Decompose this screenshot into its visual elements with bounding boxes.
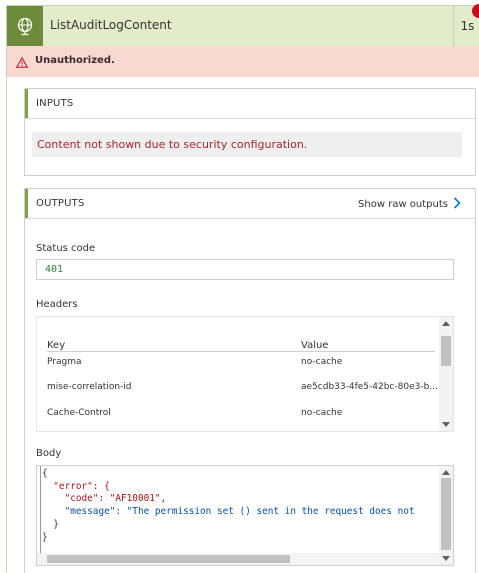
action-card: ListAuditLogContent 1s Unauthorized. INP…: [6, 5, 479, 573]
headers-column-key: Key: [47, 340, 66, 351]
scroll-down-arrow-icon[interactable]: [442, 422, 450, 427]
code-line: "code": "AF10001",: [42, 493, 167, 505]
header-row-key: mise-correlation-id: [47, 382, 132, 392]
inputs-section: INPUTS Content not shown due to security…: [24, 88, 476, 176]
code-line: }: [42, 518, 59, 530]
body-code-viewer[interactable]: { "error": { "code": "AF10001", "message…: [36, 465, 454, 566]
status-indicator-dot: [472, 4, 479, 18]
body-code: { "error": { "code": "AF10001", "message…: [42, 468, 415, 544]
section-accent-bar: [25, 189, 28, 218]
action-title: ListAuditLogContent: [50, 18, 172, 32]
chevron-right-icon: [453, 197, 461, 212]
section-accent-bar: [25, 89, 28, 118]
error-message: Unauthorized.: [35, 55, 115, 66]
header-row-key: Cache-Control: [47, 408, 111, 418]
inputs-security-message: Content not shown due to security config…: [32, 132, 462, 157]
code-line: "message": "The permission set () sent i…: [42, 506, 415, 518]
scroll-up-arrow-icon[interactable]: [442, 470, 450, 475]
outputs-title: OUTPUTS: [36, 198, 85, 209]
inputs-title: INPUTS: [36, 98, 74, 109]
status-code-label: Status code: [36, 243, 96, 254]
scrollbar-thumb[interactable]: [47, 555, 290, 563]
header-row-key: Pragma: [47, 357, 82, 367]
headers-label: Headers: [36, 299, 78, 310]
headers-column-value: Value: [301, 340, 329, 351]
show-raw-outputs-link[interactable]: Show raw outputs: [358, 197, 461, 212]
show-raw-outputs-label: Show raw outputs: [358, 199, 448, 210]
scrollbar-thumb[interactable]: [441, 478, 451, 550]
header-row-value: no-cache: [301, 357, 343, 367]
outputs-header: OUTPUTS Show raw outputs: [25, 189, 475, 219]
action-header[interactable]: ListAuditLogContent 1s: [7, 6, 479, 46]
inputs-header: INPUTS: [25, 89, 475, 119]
scroll-up-arrow-icon[interactable]: [442, 321, 450, 326]
body-vertical-scrollbar[interactable]: [439, 466, 453, 565]
scroll-down-arrow-icon[interactable]: [442, 556, 450, 561]
body-label: Body: [36, 448, 62, 459]
error-banner: Unauthorized.: [7, 46, 479, 77]
scrollbar-thumb[interactable]: [441, 336, 451, 366]
warning-icon: [15, 53, 29, 72]
headers-table[interactable]: Key Value Pragma no-cache mise-correlati…: [36, 316, 454, 432]
header-row-value: ae5cdb33-4fe5-42bc-80e3-b...: [301, 382, 438, 392]
code-line: {: [42, 468, 48, 479]
code-line: }: [42, 531, 48, 543]
header-row-value: no-cache: [301, 408, 343, 418]
body-horizontal-scrollbar[interactable]: [37, 553, 439, 565]
header-divider: [47, 351, 435, 352]
headers-vertical-scrollbar[interactable]: [439, 317, 453, 431]
status-code-value[interactable]: 401: [36, 259, 454, 280]
globe-icon: [7, 6, 43, 46]
code-line: "error": {: [42, 480, 110, 492]
outputs-section: OUTPUTS Show raw outputs Status code 401…: [24, 188, 476, 573]
